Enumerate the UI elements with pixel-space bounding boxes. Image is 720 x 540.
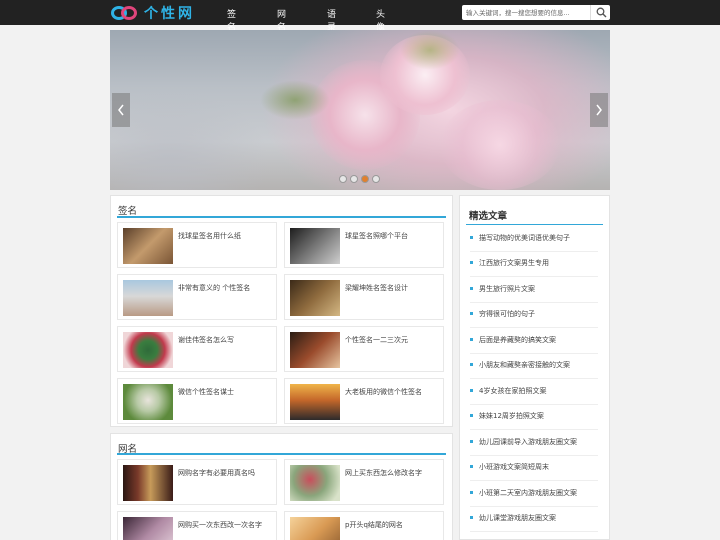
search-button[interactable]: [590, 5, 610, 20]
chevron-left-icon: [118, 104, 124, 116]
bullet-icon: [470, 236, 473, 239]
article-link[interactable]: 男生旅行照片文案: [470, 278, 598, 303]
thumbnail-image: [290, 332, 340, 368]
article-link[interactable]: 江西旅行文案男生专用: [470, 252, 598, 277]
list-item[interactable]: 网上买东西怎么修改名字: [284, 459, 444, 505]
list-item[interactable]: 梁耀坤姓名签名设计: [284, 274, 444, 320]
thumbnail-image: [290, 517, 340, 540]
section-title: 签名: [118, 206, 138, 217]
banner-prev-button[interactable]: [112, 93, 130, 127]
thumbnail-image: [123, 465, 173, 501]
bullet-icon: [470, 389, 473, 392]
article-link[interactable]: 后面是养藏獒的搞笑文案: [470, 329, 598, 354]
thumbnail-image: [290, 280, 340, 316]
thumbnail-image: [290, 228, 340, 264]
item-title[interactable]: 球星签名照哪个平台: [345, 231, 408, 241]
thumbnail-image: [123, 228, 173, 264]
item-title[interactable]: 微信个性签名谋士: [178, 387, 234, 397]
list-item[interactable]: 微信个性签名谋士: [117, 378, 277, 424]
bullet-icon: [470, 287, 473, 290]
thumbnail-image: [123, 384, 173, 420]
banner-dot[interactable]: [372, 175, 380, 183]
search-input[interactable]: [466, 6, 584, 19]
list-item[interactable]: 谢佳伟签名怎么写: [117, 326, 277, 372]
item-title[interactable]: 网购名字有必要用真名吗: [178, 468, 255, 478]
thumbnail-image: [290, 465, 340, 501]
thumbnail-image: [123, 517, 173, 540]
bullet-icon: [470, 261, 473, 264]
bullet-icon: [470, 465, 473, 468]
item-title[interactable]: 个性签名一二三次元: [345, 335, 408, 345]
item-title[interactable]: 找球星签名用什么纸: [178, 231, 241, 241]
chevron-right-icon: [596, 104, 602, 116]
section-nickname: 网名 网购名字有必要用真名吗 网上买东西怎么修改名字 网购买一次东西改一次名字 …: [110, 433, 453, 540]
banner-dot-active[interactable]: [361, 175, 369, 183]
item-title[interactable]: 非常有意义的 个性签名: [178, 283, 250, 293]
hero-banner[interactable]: [110, 30, 610, 190]
bullet-icon: [470, 363, 473, 366]
top-navbar: 个性网 签名 网名 语录 头像: [0, 0, 720, 33]
article-link[interactable]: 幼儿园课前导入游戏朋友圈文案: [470, 431, 598, 456]
thumbnail-image: [123, 332, 173, 368]
thumbnail-image: [290, 384, 340, 420]
list-item[interactable]: 球星签名照哪个平台: [284, 222, 444, 268]
article-link[interactable]: 穷得很可怕的句子: [470, 303, 598, 328]
sidebar-featured-articles: 精选文章 描写动物的优美词语优美句子 江西旅行文案男生专用 男生旅行照片文案 穷…: [459, 195, 610, 540]
sidebar-divider: [466, 224, 603, 225]
list-item[interactable]: 网购买一次东西改一次名字: [117, 511, 277, 540]
list-item[interactable]: 个性签名一二三次元: [284, 326, 444, 372]
list-item[interactable]: 非常有意义的 个性签名: [117, 274, 277, 320]
search-box: [462, 5, 610, 20]
article-link[interactable]: 描写动物的优美词语优美句子: [470, 227, 598, 252]
section-divider: [117, 453, 446, 455]
banner-dot[interactable]: [339, 175, 347, 183]
banner-pagination: [339, 175, 380, 183]
bullet-icon: [470, 338, 473, 341]
list-item[interactable]: 大老板用的微信个性签名: [284, 378, 444, 424]
bullet-icon: [470, 491, 473, 494]
bullet-icon: [470, 414, 473, 417]
article-link[interactable]: 小朋友和藏獒亲密接触的文案: [470, 354, 598, 379]
list-item[interactable]: 网购名字有必要用真名吗: [117, 459, 277, 505]
section-signature: 签名 找球星签名用什么纸 球星签名照哪个平台 非常有意义的 个性签名 梁耀坤姓名…: [110, 195, 453, 427]
list-item[interactable]: 找球星签名用什么纸: [117, 222, 277, 268]
logo-text: 个性网: [144, 5, 195, 22]
item-title[interactable]: 谢佳伟签名怎么写: [178, 335, 234, 345]
item-title[interactable]: 网上买东西怎么修改名字: [345, 468, 422, 478]
bullet-icon: [470, 312, 473, 315]
bullet-icon: [470, 516, 473, 519]
thumbnail-image: [123, 280, 173, 316]
banner-dot[interactable]: [350, 175, 358, 183]
logo-icon: [111, 4, 139, 22]
bullet-icon: [470, 440, 473, 443]
sidebar-title: 精选文章: [469, 211, 508, 222]
article-link[interactable]: 小班第二天室内游戏朋友圈文案: [470, 482, 598, 507]
search-icon: [596, 7, 607, 18]
article-link[interactable]: 小班游戏文案简短周末: [470, 456, 598, 481]
section-divider: [117, 216, 446, 218]
article-link[interactable]: 妹妹12周岁拍照文案: [470, 405, 598, 430]
list-item[interactable]: p开头q结尾的网名: [284, 511, 444, 540]
article-link[interactable]: 幼儿课堂游戏朋友圈文案: [470, 507, 598, 532]
item-title[interactable]: 大老板用的微信个性签名: [345, 387, 422, 397]
item-title[interactable]: 梁耀坤姓名签名设计: [345, 283, 408, 293]
banner-next-button[interactable]: [590, 93, 608, 127]
article-link[interactable]: 4岁女孩在家拍照文案: [470, 380, 598, 405]
site-logo[interactable]: 个性网: [111, 3, 195, 22]
item-title[interactable]: p开头q结尾的网名: [345, 520, 403, 530]
item-title[interactable]: 网购买一次东西改一次名字: [178, 520, 262, 530]
